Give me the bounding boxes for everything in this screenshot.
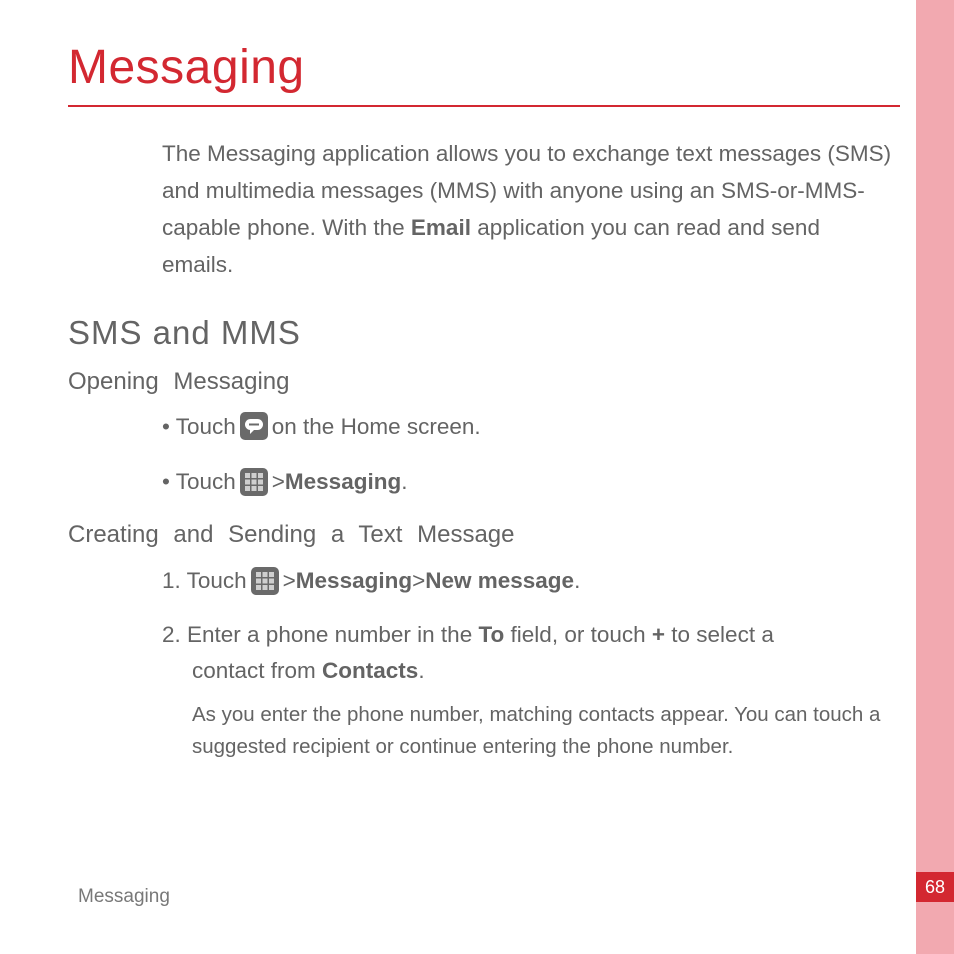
step1-bold1: Messaging bbox=[296, 563, 412, 599]
sidebar-strip bbox=[916, 0, 954, 954]
bullet1-pre: • Touch bbox=[162, 410, 236, 444]
bullet2-post: . bbox=[401, 465, 407, 499]
step1-gt1: > bbox=[283, 563, 296, 599]
step1-num: 1. Touch bbox=[162, 563, 247, 599]
creating-steps: 1. Touch bbox=[162, 563, 908, 763]
step2-line1a: 2. Enter a phone number in the bbox=[162, 622, 478, 647]
chapter-title: Messaging bbox=[68, 40, 908, 105]
step1-post: . bbox=[574, 563, 580, 599]
step2-line2b: . bbox=[418, 658, 424, 683]
step2-to: To bbox=[478, 622, 504, 647]
intro-paragraph: The Messaging application allows you to … bbox=[162, 135, 892, 284]
messaging-icon bbox=[240, 412, 268, 440]
step-1: 1. Touch bbox=[162, 563, 908, 599]
step1-gt2: > bbox=[412, 563, 425, 599]
step2-contacts: Contacts bbox=[322, 658, 418, 683]
step2-line1b: field, or touch bbox=[504, 622, 652, 647]
opening-bullets: • Touch on the Home screen. • Touch bbox=[162, 410, 908, 500]
bullet2-pre: • Touch bbox=[162, 465, 236, 499]
step-2: 2. Enter a phone number in the To field,… bbox=[162, 617, 908, 763]
step1-bold2: New message bbox=[425, 563, 574, 599]
apps-grid-icon bbox=[251, 567, 279, 595]
page-number-badge: 68 bbox=[916, 872, 954, 902]
step2-plus: + bbox=[652, 622, 665, 647]
subsection-creating-sending: Creating and Sending a Text Message bbox=[68, 521, 908, 549]
bullet1-post: on the Home screen. bbox=[272, 410, 481, 444]
step2-line2a: contact from bbox=[192, 658, 322, 683]
title-rule bbox=[68, 105, 900, 107]
step2-line1c: to select a bbox=[665, 622, 774, 647]
intro-bold-email: Email bbox=[411, 215, 471, 240]
bullet-touch-apps-messaging: • Touch > M bbox=[162, 465, 908, 499]
bullet2-gt: > bbox=[272, 465, 285, 499]
apps-grid-icon bbox=[240, 468, 268, 496]
section-sms-mms: SMS and MMS bbox=[68, 314, 908, 352]
footer-section-label: Messaging bbox=[78, 886, 170, 908]
subsection-opening-messaging: Opening Messaging bbox=[68, 368, 908, 396]
page-content: Messaging The Messaging application allo… bbox=[68, 40, 908, 781]
bullet2-bold: Messaging bbox=[285, 465, 401, 499]
step2-note: As you enter the phone number, matching … bbox=[192, 699, 908, 763]
bullet-touch-messaging-icon: • Touch on the Home screen. bbox=[162, 410, 908, 444]
